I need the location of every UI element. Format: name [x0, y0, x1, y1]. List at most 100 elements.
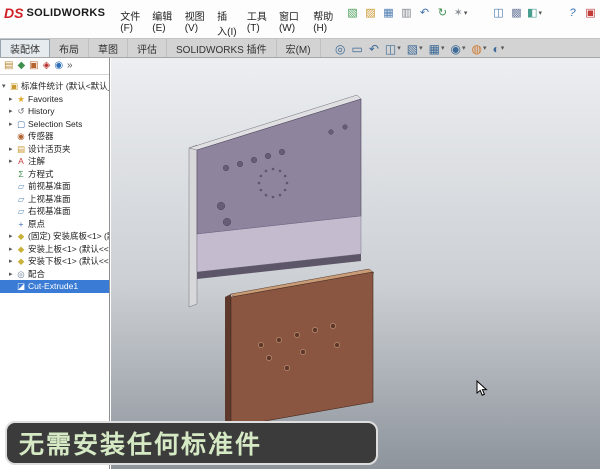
tree-item-right-plane[interactable]: ▱ 右视基准面 [0, 205, 109, 218]
panel-flyout-icon[interactable]: » [67, 61, 73, 71]
expand-arrow-icon[interactable]: ▸ [9, 157, 16, 165]
rebuild-icon[interactable]: ↻ [435, 5, 450, 20]
resources-icon[interactable]: ▣ [583, 5, 598, 20]
expand-arrow-icon[interactable]: ▸ [9, 107, 16, 115]
cut-extrude-icon: ◪ [16, 281, 26, 291]
hide-show-items-icon[interactable]: ◉ ▾ [450, 43, 465, 55]
tab-assembly[interactable]: 装配体 [0, 39, 50, 57]
chevron-down-icon: ▾ [397, 45, 401, 52]
print-icon[interactable]: ▥ [399, 5, 414, 20]
expand-arrow-icon[interactable]: ▸ [9, 232, 16, 240]
tree-item-cut-extrude1[interactable]: ◪ Cut-Extrude1 [0, 280, 109, 293]
origin-icon: + [18, 218, 24, 229]
tab-layout[interactable]: 布局 [50, 39, 89, 57]
configurationmanager-icon[interactable]: ▣ [29, 61, 38, 71]
view-orientation-icon[interactable]: ▧ ▾ [407, 43, 423, 55]
tree-item-equations[interactable]: Σ 方程式 [0, 168, 109, 181]
expand-arrow-icon[interactable]: ▸ [9, 257, 16, 265]
tree-item-lower-plate[interactable]: ▸ ◆ 安装下板<1> (默认<<默认_ [0, 255, 109, 268]
edit-appearance-icon[interactable]: ◍ ▾ [471, 43, 486, 55]
expand-arrow-icon[interactable]: ▸ [9, 270, 16, 278]
options-icon[interactable]: ✶ ▾ [453, 5, 468, 20]
menu-view[interactable]: 视图(V) [180, 6, 212, 40]
undo-icon[interactable]: ↶ [417, 5, 432, 20]
featuremanager-panel: ▤ ◆ ▣ ◈ ◉ » ▾ ▣ 标准件统计 (默认<默认_显示状 [0, 58, 110, 469]
help-icon[interactable]: ? [565, 5, 580, 20]
tree-item-selection-sets[interactable]: ▸ ▢ Selection Sets [0, 118, 109, 131]
menu-help[interactable]: 帮助(H) [308, 6, 341, 40]
assembly-model[interactable] [111, 58, 600, 469]
tree-item-mates[interactable]: ▸ ◎ 配合 [0, 268, 109, 281]
new-document-icon[interactable]: ▧ [345, 5, 360, 20]
tree-item-design-binder[interactable]: ▸ ▤ 设计活页夹 [0, 143, 109, 156]
chevron-down-icon: ▾ [419, 45, 423, 52]
tree-item-label: History [28, 106, 55, 117]
commandmanager-tab-bar: 装配体 布局 草图 评估 SOLIDWORKS 插件 宏(M) ◎ ▭ ↶ ◫ ▾ [0, 38, 600, 58]
menu-window[interactable]: 窗口(W) [274, 6, 308, 40]
solidworks-logo: DS SOLIDWORKS [4, 5, 105, 21]
measure-icon[interactable]: ◫ [491, 5, 506, 20]
tree-item-sensors[interactable]: ◉ 传感器 [0, 130, 109, 143]
tree-item-top-plane[interactable]: ▱ 上视基准面 [0, 193, 109, 206]
upper-plate-face[interactable] [196, 98, 362, 235]
subtitle-text: 无需安装任何标准件 [19, 431, 263, 459]
tab-sketch[interactable]: 草图 [89, 39, 128, 57]
feature-tree: ▾ ▣ 标准件统计 (默认<默认_显示状 ▸ ★ Favorites ▸ ↺ H… [0, 75, 109, 293]
menu-file[interactable]: 文件(F) [115, 6, 147, 40]
part-icon: ◆ [17, 243, 25, 254]
previous-view-icon[interactable]: ↶ [369, 43, 379, 55]
annotations-icon: A [18, 156, 24, 166]
dimxpertmanager-icon[interactable]: ◈ [43, 61, 51, 71]
tab-evaluate[interactable]: 评估 [128, 39, 167, 57]
tree-item-base-plate[interactable]: ▸ ◆ (固定) 安装底板<1> (默认<< [0, 230, 109, 243]
chevron-down-icon: ▾ [538, 9, 542, 17]
tree-item-upper-plate[interactable]: ▸ ◆ 安装上板<1> (默认<<默认_ [0, 243, 109, 256]
tree-item-label: 右视基准面 [28, 206, 71, 217]
mouse-cursor [476, 380, 488, 396]
tab-solidworks-addins[interactable]: SOLIDWORKS 插件 [167, 39, 277, 57]
design-binder-icon: ▤ [16, 143, 26, 154]
zoom-area-icon[interactable]: ▭ [351, 43, 362, 55]
menu-insert[interactable]: 插入(I) [212, 6, 242, 40]
tree-item-annotations[interactable]: ▸ A 注解 [0, 155, 109, 168]
tree-item-label: 设计活页夹 [28, 143, 71, 154]
expand-arrow-icon[interactable]: ▸ [9, 95, 16, 103]
tree-item-assembly-root[interactable]: ▾ ▣ 标准件统计 (默认<默认_显示状 [0, 80, 109, 93]
featuremanager-tree-icon[interactable]: ▤ [4, 61, 13, 71]
mass-properties-icon[interactable]: ▩ [509, 5, 524, 20]
expand-arrow-icon[interactable]: ▸ [9, 145, 16, 153]
zoom-fit-icon[interactable]: ◎ [335, 43, 345, 55]
tree-item-history[interactable]: ▸ ↺ History [0, 105, 109, 118]
display-style-icon[interactable]: ▦ ▾ [429, 43, 445, 55]
section-tool-icon[interactable]: ◧ ▾ [527, 5, 542, 20]
expand-arrow-icon[interactable]: ▸ [9, 120, 16, 128]
subtitle-overlay: 无需安装任何标准件 [5, 421, 378, 465]
tree-item-front-plane[interactable]: ▱ 前视基准面 [0, 180, 109, 193]
tree-item-label: 注解 [28, 156, 46, 167]
open-document-icon[interactable]: ▨ [363, 5, 378, 20]
propertymanager-icon[interactable]: ◆ [17, 61, 25, 71]
chevron-down-icon: ▾ [500, 45, 505, 52]
tree-item-label: 原点 [28, 218, 46, 229]
chevron-down-icon: ▾ [461, 45, 466, 52]
section-view-icon[interactable]: ◫ ▾ [385, 43, 401, 55]
chevron-down-icon: ▾ [440, 45, 445, 52]
expand-arrow-icon[interactable]: ▾ [2, 82, 9, 90]
expand-arrow-icon[interactable]: ▸ [9, 245, 16, 253]
menu-tools[interactable]: 工具(T) [242, 6, 274, 40]
tab-macro[interactable]: 宏(M) [277, 39, 321, 57]
chevron-down-icon: ▾ [482, 45, 487, 52]
apply-scene-icon[interactable]: ◐ ▾ [492, 43, 504, 55]
graphics-area[interactable] [111, 58, 600, 469]
save-icon[interactable]: ▦ [381, 5, 396, 20]
plane-icon: ▱ [17, 206, 25, 216]
tree-item-origin[interactable]: + 原点 [0, 218, 109, 231]
tree-item-label: Cut-Extrude1 [28, 281, 79, 292]
tree-item-label: 标准件统计 (默认<默认_显示状 [21, 81, 109, 92]
tree-item-label: 安装上板<1> (默认<<默认_ [28, 243, 109, 254]
history-icon: ↺ [17, 106, 25, 116]
displaymanager-icon[interactable]: ◉ [54, 61, 63, 71]
selection-set-icon: ▢ [16, 118, 26, 129]
menu-edit[interactable]: 编辑(E) [147, 6, 179, 40]
tree-item-favorites[interactable]: ▸ ★ Favorites [0, 93, 109, 106]
